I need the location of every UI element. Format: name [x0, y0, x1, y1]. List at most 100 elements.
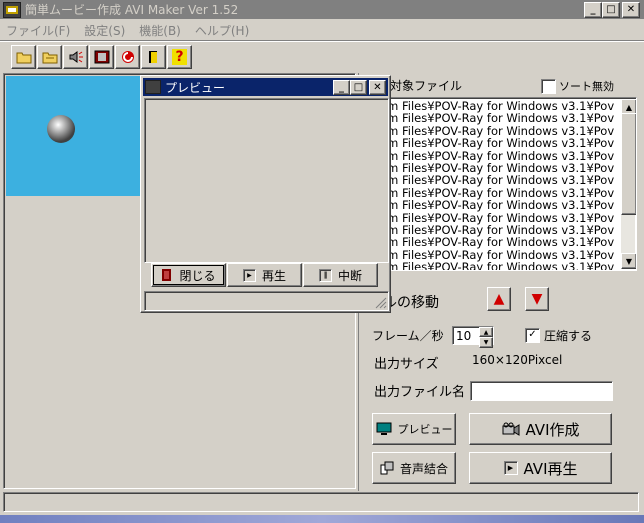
monitor-icon [376, 422, 391, 435]
scroll-thumb[interactable] [621, 113, 636, 215]
list-item[interactable]: ogram Files¥POV-Ray for Windows v3.1¥Pov [361, 174, 621, 187]
film-icon [94, 50, 109, 64]
preview-minimize-button[interactable]: _ [333, 80, 350, 95]
preview-window[interactable]: プレビュー _ □ ✕ 閉じる ▶ 再生 ‖ 中断 [140, 75, 391, 313]
menu-function[interactable]: 機能(B) [139, 22, 181, 39]
toolbar-separator [0, 40, 644, 42]
preview-status-bar [144, 291, 389, 311]
move-label: ルの移動 [383, 295, 439, 311]
open-folder-icon [16, 52, 31, 64]
file-list-scrollbar[interactable]: ▲ ▼ [621, 99, 636, 269]
preview-play-button[interactable]: ▶ 再生 [227, 263, 302, 287]
move-up-button[interactable]: ▲ [487, 287, 511, 311]
compress-label: 圧縮する [544, 329, 593, 343]
preview-titlebar[interactable]: プレビュー _ □ ✕ [143, 78, 388, 96]
play-icon: ▶ [242, 268, 256, 282]
fps-down-button[interactable]: ▼ [479, 337, 493, 348]
arrow-up-icon: ▲ [493, 291, 505, 307]
close-icon: ✕ [373, 81, 382, 93]
sort-checkbox-label: ソート無効 [559, 80, 614, 93]
preview-window-icon [145, 80, 161, 94]
audio-join-button[interactable]: 音声結合 [372, 452, 456, 484]
list-item[interactable]: ogram Files¥POV-Ray for Windows v3.1¥Pov [361, 137, 621, 150]
toolbar: ? [11, 45, 192, 69]
sphere-image [47, 115, 75, 143]
avi-play-label: AVI再生 [523, 459, 578, 478]
minimize-icon: _ [339, 81, 344, 93]
maximize-icon: □ [353, 81, 364, 93]
preview-close-button[interactable]: ✕ [369, 80, 386, 95]
status-bar [3, 492, 639, 512]
menu-bar: ファイル(F) 設定(S) 機能(B) ヘルプ(H) [6, 21, 263, 39]
move-down-button[interactable]: ▼ [525, 287, 549, 311]
output-size-value: 160×120Pixcel [472, 353, 563, 367]
file-list-label: 対象ファイル [390, 79, 463, 93]
arrow-down-icon: ▼ [531, 291, 543, 307]
menu-help[interactable]: ヘルプ(H) [195, 22, 249, 39]
camera-icon [502, 422, 519, 436]
speaker-icon [69, 51, 83, 63]
list-item[interactable]: ogram Files¥POV-Ray for Windows v3.1¥Pov [361, 199, 621, 212]
list-item[interactable]: ogram Files¥POV-Ray for Windows v3.1¥Pov [361, 236, 621, 249]
open-folder-button[interactable] [11, 45, 36, 69]
fps-up-button[interactable]: ▲ [479, 327, 493, 337]
menu-settings[interactable]: 設定(S) [84, 22, 125, 39]
minimize-icon: _ [590, 4, 596, 15]
add-folder-icon [42, 52, 57, 64]
preview-window-title: プレビュー [165, 80, 226, 95]
avi-play-button[interactable]: ▶ AVI再生 [469, 452, 612, 484]
close-button[interactable]: ✕ [622, 2, 640, 18]
desktop-strip [0, 515, 644, 523]
preview-display [144, 98, 389, 263]
close-icon: ✕ [626, 4, 636, 15]
play-icon: ▶ [503, 461, 518, 475]
fps-stepper[interactable]: 10 ▲ ▼ [452, 326, 494, 348]
exit-door-icon [148, 51, 157, 63]
pause-icon: ‖ [318, 268, 332, 282]
refresh-icon [121, 51, 134, 63]
preview-close-label: 閉じる [179, 268, 216, 283]
preview-stop-label: 中断 [337, 268, 362, 283]
help-button[interactable]: ? [167, 45, 192, 69]
preview-image [6, 76, 142, 196]
output-filename-label: 出力ファイル名 [374, 385, 466, 400]
exit-button[interactable] [141, 45, 166, 69]
preview-button[interactable]: プレビュー [372, 413, 456, 445]
exit-door-icon [162, 269, 172, 281]
film-button[interactable] [89, 45, 114, 69]
compress-checkbox-box: ✓ [525, 328, 540, 343]
preview-close-action-button[interactable]: 閉じる [151, 263, 226, 287]
scroll-down-button[interactable]: ▼ [621, 253, 636, 269]
avi-create-button[interactable]: AVI作成 [469, 413, 612, 445]
app-icon [3, 1, 21, 18]
list-item[interactable]: ogram Files¥POV-Ray for Windows v3.1¥Pov [361, 261, 621, 270]
preview-maximize-button[interactable]: □ [350, 80, 367, 95]
main-titlebar[interactable]: 簡単ムービー作成 AVI Maker Ver 1.52 _ □ ✕ [0, 0, 644, 19]
list-item[interactable]: ogram Files¥POV-Ray for Windows v3.1¥Pov [361, 112, 621, 125]
output-filename-input[interactable] [470, 381, 613, 401]
avi-create-label: AVI作成 [525, 420, 580, 439]
file-list[interactable]: ogram Files¥POV-Ray for Windows v3.1¥Pov… [360, 97, 637, 271]
help-icon: ? [172, 49, 187, 65]
fps-value: 10 [456, 328, 472, 343]
compress-checkbox[interactable]: ✓ 圧縮する [525, 327, 592, 344]
maximize-button[interactable]: □ [602, 2, 620, 18]
preview-play-label: 再生 [261, 268, 286, 283]
preview-button-label: プレビュー [397, 423, 453, 436]
file-list-items: ogram Files¥POV-Ray for Windows v3.1¥Pov… [361, 100, 621, 270]
resize-grip-icon[interactable] [375, 297, 387, 309]
sound-button[interactable] [63, 45, 88, 69]
menu-file[interactable]: ファイル(F) [6, 22, 70, 39]
add-folder-button[interactable] [37, 45, 62, 69]
maximize-icon: □ [606, 4, 616, 15]
audio-join-icon [380, 461, 394, 475]
window-title: 簡単ムービー作成 AVI Maker Ver 1.52 [25, 3, 239, 17]
audio-join-label: 音声結合 [399, 461, 448, 476]
refresh-button[interactable] [115, 45, 140, 69]
sort-checkbox-box [541, 78, 556, 94]
sort-checkbox[interactable]: ソート無効 [541, 78, 614, 94]
output-size-label: 出力サイズ [374, 357, 439, 372]
minimize-button[interactable]: _ [584, 2, 602, 18]
preview-stop-button[interactable]: ‖ 中断 [303, 263, 378, 287]
fps-label: フレーム／秒 [372, 329, 444, 343]
